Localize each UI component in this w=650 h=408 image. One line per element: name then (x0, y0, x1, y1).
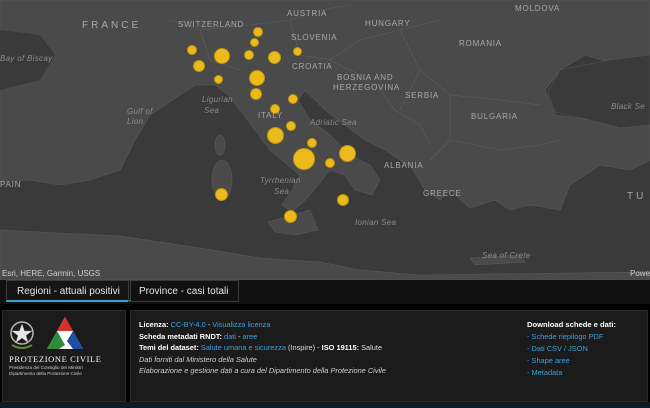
footer: PROTEZIONE CIVILE Presidenza del Consigl… (0, 304, 650, 408)
sea-label-gulf-of: Gulf of (127, 107, 153, 116)
sea-label-ionian: Ionian Sea (355, 218, 397, 227)
corsica (214, 134, 226, 156)
country-label-slovenia: SLOVENIA (291, 33, 338, 42)
region-dot[interactable] (267, 127, 284, 144)
sea-label-ligurian-sea: Sea (204, 106, 220, 115)
region-dot[interactable] (187, 45, 197, 55)
region-dot[interactable] (268, 51, 281, 64)
region-dot[interactable] (249, 70, 265, 86)
region-dot[interactable] (284, 210, 297, 223)
country-label-hungary: HUNGARY (365, 19, 411, 28)
region-dot[interactable] (307, 138, 317, 148)
tab-province-casi-totali[interactable]: Province - casi totali (128, 280, 240, 302)
sea-label-ligurian: Ligurian (202, 95, 233, 104)
sea-label-tyrrhenian: Tyrrhenian (260, 176, 301, 185)
country-label-albania: ALBANIA (384, 161, 424, 170)
region-dot[interactable] (214, 48, 230, 64)
data-processing-text: Elaborazione e gestione dati a cura del … (139, 366, 386, 375)
logo-panel: PROTEZIONE CIVILE Presidenza del Consigl… (2, 310, 126, 402)
country-label-romania: ROMANIA (459, 39, 502, 48)
sea-label-crete: Sea of Crete (482, 251, 531, 260)
license-label: Licenza: (139, 320, 169, 329)
region-dot[interactable] (215, 188, 228, 201)
country-label-bosnia-1: BOSNIA AND (337, 73, 394, 82)
download-shape-aree-link[interactable]: Shape aree (527, 355, 616, 367)
region-dot[interactable] (250, 38, 259, 47)
basemap (0, 0, 650, 280)
land-western-europe (0, 0, 650, 213)
metadata-aree-link[interactable]: aree (243, 332, 258, 341)
country-label-greece: GREECE (423, 189, 462, 198)
country-label-turkey-partial: TU (627, 191, 647, 202)
map-attribution: Esri, HERE, Garmin, USGS (2, 269, 101, 278)
sea-label-tyrrhenian-sea: Sea (274, 187, 290, 196)
iso-value: Salute (359, 343, 383, 352)
map-view[interactable]: FRANCE SWITZERLAND AUSTRIA HUNGARY MOLDO… (0, 0, 650, 280)
data-source-text: Dati forniti dal Ministero della Salute (139, 354, 257, 364)
sea-label-adriatic: Adriatic Sea (310, 118, 357, 127)
metadata-label: Scheda metadati RNDT: (139, 331, 222, 341)
themes-line: Temi del dataset: Salute umana e sicurez… (139, 342, 509, 354)
dataset-info: Licenza: CC-BY-4.0 - Visualizza licenza … (139, 319, 509, 377)
powered-by-esri[interactable]: Powe (630, 269, 650, 278)
downloads-section: Download schede e dati: Schede riepilogo… (527, 319, 616, 379)
themes-label: Temi del dataset: (139, 343, 199, 352)
view-license-link[interactable]: Visualizza licenza (212, 320, 270, 329)
country-label-austria: AUSTRIA (287, 9, 328, 18)
country-label-spain-partial: PAIN (0, 180, 22, 189)
italian-emblem-icon (10, 321, 34, 349)
tab-bar: Regioni - attuali positivi Province - ca… (0, 280, 650, 304)
metadata-line: Scheda metadati RNDT: dati - aree (139, 331, 509, 343)
country-label-moldova: MOLDOVA (515, 4, 561, 13)
country-label-croatia: CROATIA (292, 62, 333, 71)
country-label-bosnia-2: HERZEGOVINA (333, 83, 401, 92)
region-dot[interactable] (193, 60, 205, 72)
themes-link[interactable]: Salute umana e sicurezza (201, 343, 286, 352)
sea-label-lion: Lion (127, 117, 144, 126)
region-dot[interactable] (286, 121, 296, 131)
region-dot[interactable] (244, 50, 254, 60)
iso-label: ISO 19115: (321, 343, 360, 352)
download-metadata-link[interactable]: Metadata (527, 367, 616, 379)
region-dot[interactable] (270, 104, 280, 114)
protezione-civile-subtitle: Presidenza del Consiglio dei Ministri Di… (9, 365, 83, 377)
bottom-strip (0, 402, 650, 408)
tab-regioni-attuali-positivi[interactable]: Regioni - attuali positivi (6, 280, 131, 302)
region-dot[interactable] (339, 145, 356, 162)
region-dot[interactable] (293, 148, 315, 170)
protezione-civile-logo-icon (47, 317, 83, 349)
metadata-dati-link[interactable]: dati (224, 332, 236, 341)
region-dot[interactable] (337, 194, 349, 206)
license-link[interactable]: CC-BY-4.0 (171, 320, 206, 329)
country-label-bulgaria: BULGARIA (471, 112, 518, 121)
download-schede-pdf-link[interactable]: Schede riepilogo PDF (527, 331, 616, 343)
themes-rest: (Inspire) - (285, 343, 322, 352)
sea-label-black-sea: Black Se (611, 102, 645, 111)
metadata-sep: - (235, 331, 243, 341)
protezione-civile-subtitle-2: Dipartimento della Protezione Civile (9, 371, 82, 376)
info-panel: Licenza: CC-BY-4.0 - Visualizza licenza … (130, 310, 648, 402)
country-label-serbia: SERBIA (405, 91, 440, 100)
region-dot[interactable] (325, 158, 335, 168)
downloads-heading: Download schede e dati: (527, 320, 617, 329)
region-dot[interactable] (253, 27, 263, 37)
country-label-france: FRANCE (82, 20, 142, 31)
region-dot[interactable] (214, 75, 223, 84)
license-line: Licenza: CC-BY-4.0 - Visualizza licenza (139, 319, 509, 331)
region-dot[interactable] (250, 88, 262, 100)
region-dot[interactable] (293, 47, 302, 56)
sea-label-biscay: Bay of Biscay (0, 54, 53, 63)
download-csv-json-link[interactable]: Dati CSV / JSON (527, 343, 616, 355)
region-dot[interactable] (288, 94, 298, 104)
protezione-civile-title: PROTEZIONE CIVILE (9, 354, 102, 364)
country-label-switzerland: SWITZERLAND (178, 20, 245, 29)
